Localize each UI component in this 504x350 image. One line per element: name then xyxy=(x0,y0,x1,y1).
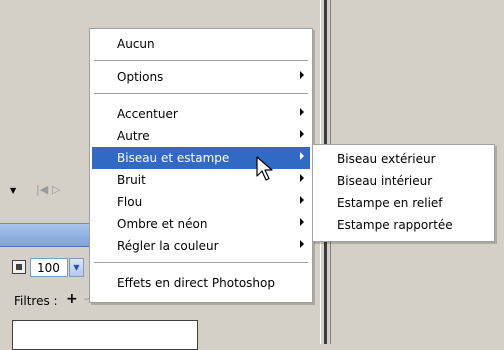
submenu-arrow-icon xyxy=(300,152,304,160)
menu-item-regler-la-couleur[interactable]: Régler la couleur xyxy=(92,235,310,257)
menu-item-label: Aucun xyxy=(117,37,155,51)
add-filter-button[interactable]: + xyxy=(66,291,78,307)
submenu-item-biseau-interieur[interactable]: Biseau intérieur xyxy=(315,170,492,192)
submenu-arrow-icon xyxy=(300,174,304,182)
submenu-item-label: Estampe rapportée xyxy=(337,218,453,232)
menu-item-flou[interactable]: Flou xyxy=(92,191,310,213)
menu-item-label: Bruit xyxy=(117,173,146,187)
menu-item-label: Régler la couleur xyxy=(117,239,219,253)
menu-item-ombre-et-neon[interactable]: Ombre et néon xyxy=(92,213,310,235)
constrain-icon[interactable] xyxy=(12,260,26,274)
dropdown-arrow-icon[interactable]: ▼ xyxy=(10,186,16,195)
submenu-arrow-icon xyxy=(300,196,304,204)
submenu-arrow-icon xyxy=(300,71,304,79)
submenu-arrow-icon xyxy=(300,218,304,226)
menu-item-label: Biseau et estampe xyxy=(117,151,230,165)
menu-item-accentuer[interactable]: Accentuer xyxy=(92,103,310,125)
submenu-item-biseau-exterieur[interactable]: Biseau extérieur xyxy=(315,148,492,170)
menu-item-biseau-et-estampe[interactable]: Biseau et estampe xyxy=(92,147,310,169)
panel-header-bar xyxy=(0,223,92,247)
menu-separator xyxy=(94,262,308,263)
menu-item-options[interactable]: Options xyxy=(92,66,310,88)
menu-item-label: Autre xyxy=(117,129,150,143)
mouse-pointer-icon xyxy=(256,156,273,181)
filters-context-menu: Aucun Options Accentuer Autre Biseau et … xyxy=(89,28,313,303)
first-frame-icon[interactable]: |◀ xyxy=(36,183,48,196)
menu-item-label: Effets en direct Photoshop xyxy=(117,276,275,290)
submenu-item-estampe-en-relief[interactable]: Estampe en relief xyxy=(315,192,492,214)
menu-item-label: Flou xyxy=(117,195,143,209)
submenu-item-label: Biseau extérieur xyxy=(337,152,436,166)
filters-label: Filtres : xyxy=(14,294,58,308)
filters-list[interactable] xyxy=(12,320,198,350)
submenu-item-label: Estampe en relief xyxy=(337,196,443,210)
menu-item-aucun[interactable]: Aucun xyxy=(92,33,310,55)
submenu-arrow-icon xyxy=(300,130,304,138)
submenu-item-label: Biseau intérieur xyxy=(337,174,433,188)
menu-item-effets-photoshop[interactable]: Effets en direct Photoshop xyxy=(92,272,310,294)
menu-separator xyxy=(94,93,308,94)
menu-separator xyxy=(94,60,308,61)
submenu-item-estampe-rapportee[interactable]: Estampe rapportée xyxy=(315,214,492,236)
bevel-submenu: Biseau extérieur Biseau intérieur Estamp… xyxy=(312,144,495,242)
menu-item-bruit[interactable]: Bruit xyxy=(92,169,310,191)
zoom-dropdown-button[interactable]: ▼ xyxy=(69,258,84,277)
play-icon[interactable]: ▷ xyxy=(52,183,60,196)
submenu-arrow-icon xyxy=(300,108,304,116)
menu-item-label: Accentuer xyxy=(117,107,178,121)
menu-item-label: Ombre et néon xyxy=(117,217,208,231)
zoom-input[interactable]: 100 xyxy=(30,258,68,277)
menu-item-autre[interactable]: Autre xyxy=(92,125,310,147)
submenu-arrow-icon xyxy=(300,240,304,248)
menu-item-label: Options xyxy=(117,70,164,84)
